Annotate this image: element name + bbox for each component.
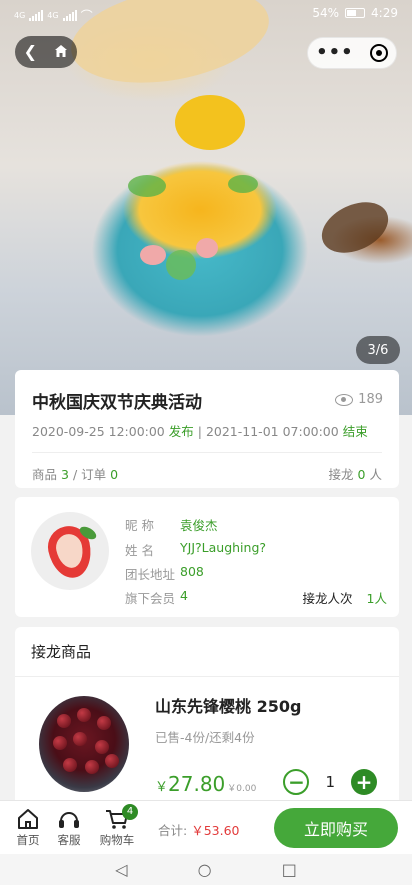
product-price: ￥27.80 ￥0.00 (155, 772, 256, 796)
nickname-value: 袁俊杰 (180, 518, 218, 533)
members-value: 4 (180, 588, 188, 603)
name-label: 姓 名 (125, 543, 154, 558)
relay-times: 接龙人次 1人 (303, 588, 387, 607)
clock: 4:29 (371, 6, 398, 20)
address-row: 团长地址 808 (125, 564, 204, 583)
relay-times-label: 接龙人次 (302, 591, 353, 606)
battery-icon (345, 8, 366, 18)
members-row: 旗下会员 4 (125, 588, 188, 607)
members-label: 旗下会员 (125, 591, 176, 606)
original-price: ￥0.00 (227, 784, 257, 794)
home-icon (6, 806, 50, 832)
products-count: 3 (61, 467, 69, 482)
divider (32, 452, 382, 453)
plus-button[interactable]: + (351, 769, 377, 795)
recents-square-icon[interactable]: □ (282, 860, 297, 879)
event-dates: 2020-09-25 12:00:00 发布 | 2021-11-01 07:0… (32, 421, 368, 440)
bottom-bar: 首页 客服 4 购物车 合计: ￥53.60 立即购买 (0, 800, 412, 854)
leader-card: 昵 称 袁俊杰 姓 名 YJJ?Laughing? 团长地址 808 旗下会员 … (15, 497, 399, 617)
quantity-stepper: − 1 + (283, 769, 377, 795)
event-title: 中秋国庆双节庆典活动 (32, 393, 202, 413)
views-count: 189 (358, 392, 383, 407)
orders-label: 订单 (81, 467, 107, 482)
relay-label: 接龙 (328, 467, 354, 482)
target-icon[interactable] (369, 44, 388, 62)
product-name[interactable]: 山东先锋樱桃 250g (155, 693, 301, 717)
back-triangle-icon[interactable]: ◁ (115, 860, 127, 879)
start-label: 发布 (168, 424, 194, 439)
relay-stat: 接龙 0 人 (329, 464, 382, 483)
more-dots-icon[interactable]: ••• (316, 44, 354, 62)
eye-icon (335, 393, 354, 406)
quantity-value: 1 (325, 773, 335, 791)
tab-home[interactable]: 首页 (6, 806, 50, 848)
event-stats: 商品 3 / 订单 0 (32, 467, 119, 482)
minus-button[interactable]: − (283, 769, 310, 795)
headset-icon (47, 806, 91, 832)
product-stock: 已售-4份/还剩4份 (155, 730, 255, 745)
battery-percent: 54% (312, 6, 340, 20)
nickname-label: 昵 称 (125, 518, 154, 533)
end-label: 结束 (342, 424, 368, 439)
price-value: 27.80 (168, 772, 226, 796)
signal-label-1: 4G (14, 11, 26, 20)
home-icon[interactable] (54, 44, 68, 61)
total-amount: ￥53.60 (191, 823, 240, 838)
tab-service[interactable]: 客服 (47, 806, 91, 848)
status-bar: 4G 4G ⌒ 54% 4:29 (0, 0, 412, 28)
name-row: 姓 名 YJJ?Laughing? (125, 540, 266, 559)
mini-program-capsule: ••• (307, 37, 397, 69)
system-nav-bar: ◁ ○ □ (0, 854, 412, 885)
total: 合计: ￥53.60 (158, 820, 240, 839)
avatar (31, 512, 109, 590)
cart-icon: 4 (95, 804, 139, 832)
end-date: 2021-11-01 07:00:00 (205, 424, 339, 439)
nickname-row: 昵 称 袁俊杰 (125, 515, 218, 534)
address-value: 808 (180, 564, 204, 579)
name-value: YJJ?Laughing? (180, 540, 267, 555)
address-label: 团长地址 (125, 567, 176, 582)
tab-cart[interactable]: 4 购物车 (95, 804, 139, 848)
image-counter: 3/6 (356, 336, 400, 364)
tab-cart-label: 购物车 (99, 833, 135, 847)
products-card: 接龙商品 山东先锋樱桃 250g 已售-4份/还剩4份 ￥27.80 ￥0.00 … (15, 627, 399, 827)
signal-icon-2 (62, 10, 77, 21)
cart-badge: 4 (122, 804, 138, 820)
signal-label-2: 4G (47, 11, 59, 20)
products-label: 商品 (32, 467, 58, 482)
chevron-left-icon[interactable]: ❮ (24, 44, 37, 60)
wifi-icon: ⌒ (80, 9, 93, 23)
signal-icon (29, 10, 44, 21)
tab-home-label: 首页 (16, 833, 40, 847)
product-image[interactable] (39, 696, 129, 792)
event-card: 中秋国庆双节庆典活动 189 2020-09-25 12:00:00 发布 | … (15, 370, 399, 488)
relay-count: 0 (357, 467, 366, 482)
date-separator: | (197, 424, 202, 439)
products-header: 接龙商品 (31, 643, 92, 661)
currency-symbol: ￥ (155, 780, 169, 795)
tab-service-label: 客服 (57, 833, 81, 847)
relay-times-value: 1人 (366, 591, 387, 606)
relay-unit: 人 (369, 467, 382, 482)
buy-now-button[interactable]: 立即购买 (274, 808, 398, 848)
nav-pill: ❮ (15, 36, 77, 68)
start-date: 2020-09-25 12:00:00 (32, 424, 165, 439)
views: 189 (335, 392, 383, 407)
home-circle-icon[interactable]: ○ (198, 860, 212, 879)
orders-count: 0 (110, 467, 119, 482)
divider (15, 676, 399, 677)
total-label: 合计: (158, 823, 188, 838)
